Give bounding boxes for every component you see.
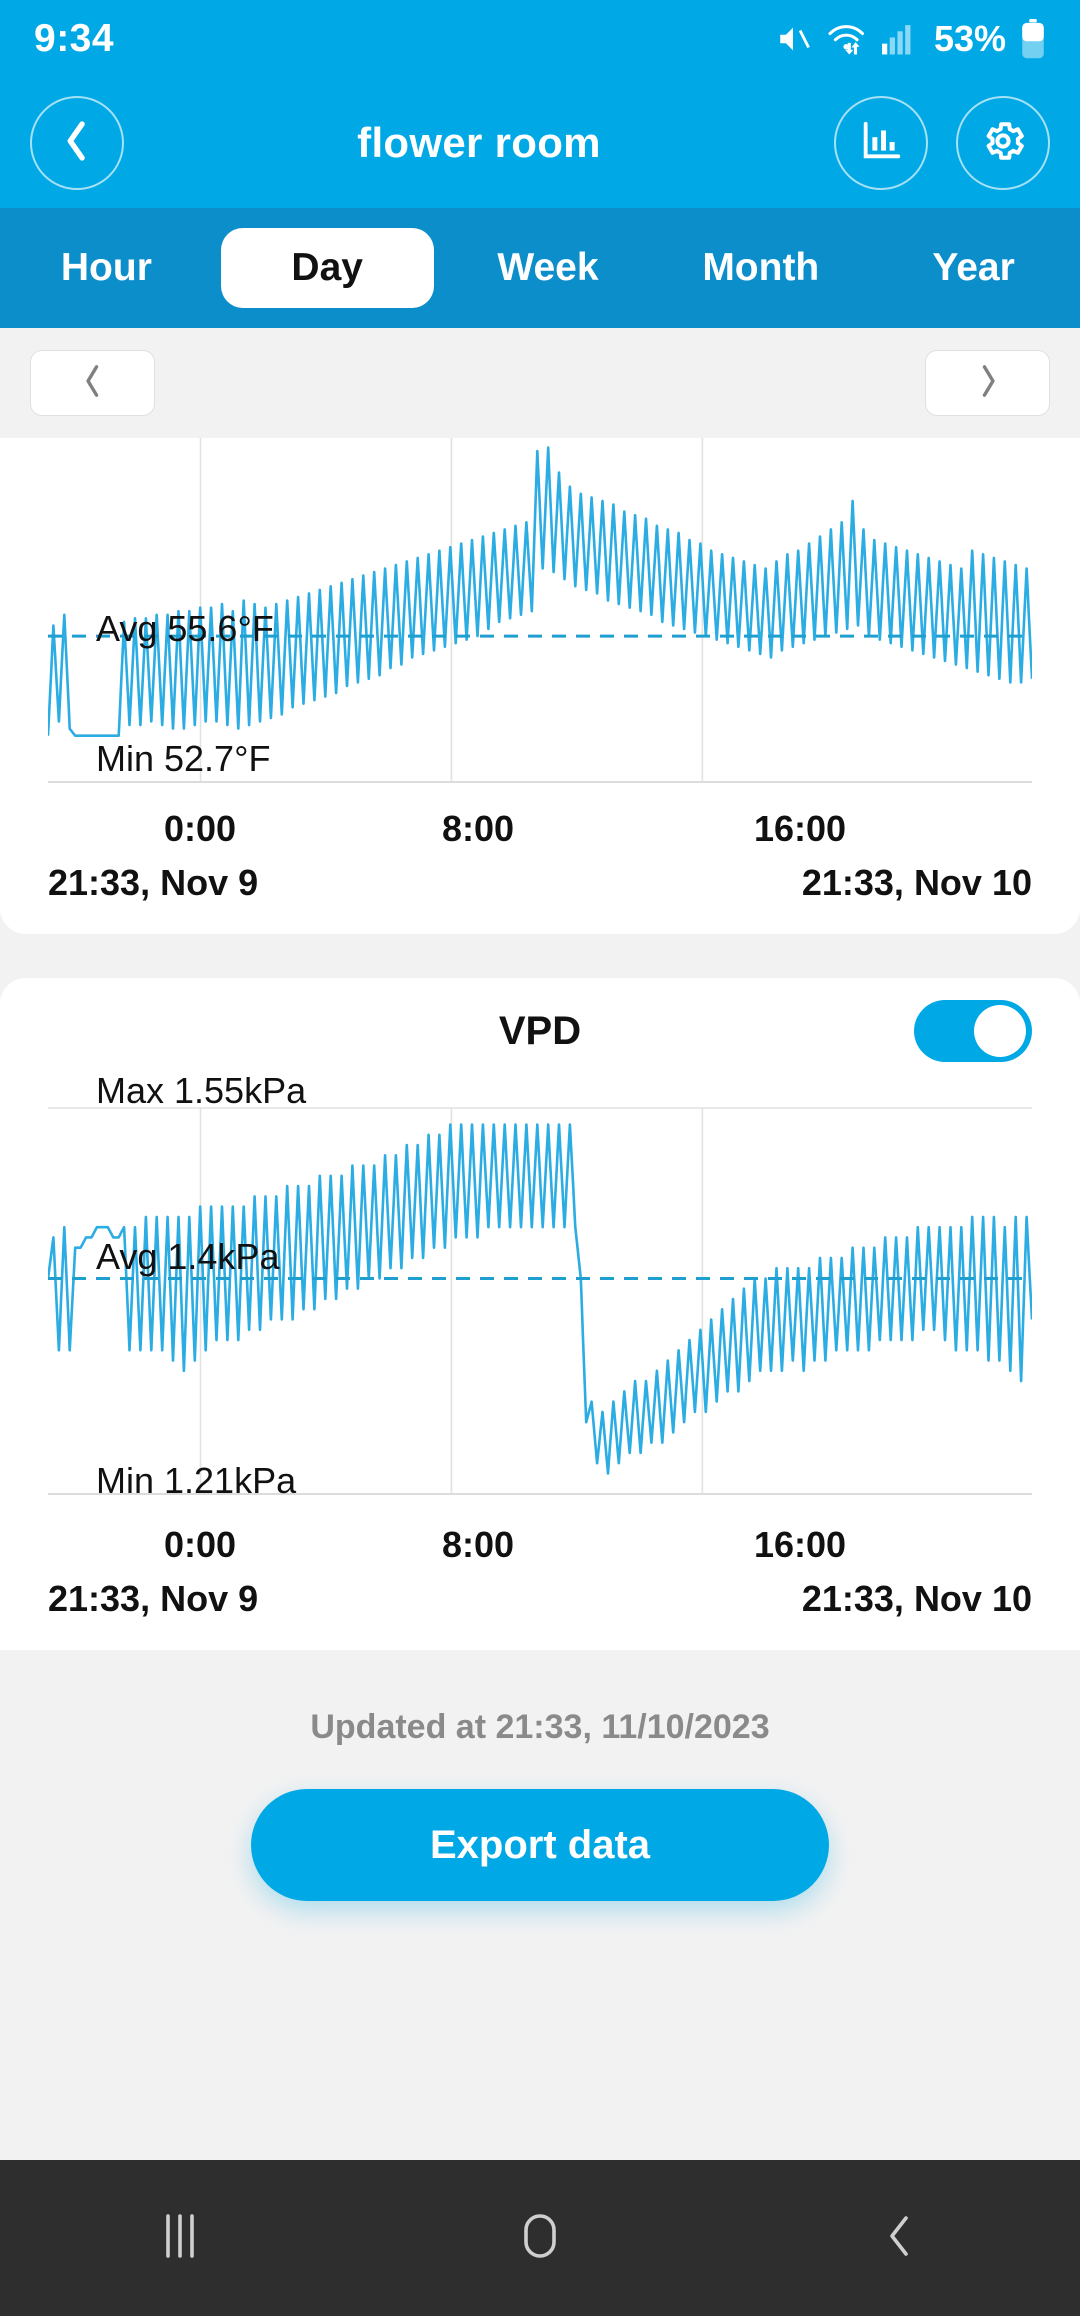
x-tick-1: 8:00 <box>441 1524 515 1565</box>
vpd-toggle[interactable] <box>914 1000 1032 1062</box>
vpd-min-label: Min 1.21kPa <box>96 1460 297 1501</box>
updated-label: Updated at 21:33, 11/10/2023 <box>310 1708 770 1746</box>
home-icon <box>517 2210 563 2267</box>
tab-week[interactable]: Week <box>442 246 655 290</box>
vpd-chart-svg <box>48 1107 1032 1495</box>
vpd-range-row: 21:33, Nov 9 21:33, Nov 10 <box>0 1570 1080 1650</box>
temperature-range-row: 21:33, Nov 9 21:33, Nov 10 <box>0 854 1080 934</box>
prev-period-button[interactable] <box>30 350 155 416</box>
tab-hour[interactable]: Hour <box>0 246 213 290</box>
temperature-min-label: Min 52.7°F <box>96 738 271 779</box>
back-button[interactable] <box>800 2160 1000 2316</box>
x-tick-0: 0:00 <box>163 1524 237 1565</box>
chart-button[interactable] <box>834 96 928 190</box>
tab-day[interactable]: Day <box>220 228 434 308</box>
battery-percent-label: 53% <box>933 18 1006 59</box>
back-icon <box>877 2210 923 2267</box>
vpd-card: VPD Max 1.55kPa Avg 1.4kPa Min 1.21kPa 0… <box>0 978 1080 1650</box>
vpd-card-header: VPD <box>0 978 1080 1084</box>
date-pager <box>0 328 1080 438</box>
range-start-label: 21:33, Nov 9 <box>48 1578 259 1619</box>
range-end-label: 21:33, Nov 10 <box>801 862 1032 903</box>
mute-icon <box>774 22 812 56</box>
export-data-button[interactable]: Export data <box>251 1789 829 1901</box>
period-tabs: Hour Day Week Month Year <box>0 208 1080 328</box>
app-screen: 9:34 53% flower room Hour Day Week Month… <box>0 0 1080 2316</box>
page-title: flower room <box>357 119 601 166</box>
temperature-card: Avg 55.6°F Min 52.7°F 0:00 8:00 16:00 21… <box>0 438 1080 934</box>
back-button[interactable] <box>30 96 124 190</box>
vpd-x-axis: 0:00 8:00 16:00 <box>0 1514 1080 1570</box>
x-tick-2: 16:00 <box>753 1524 847 1565</box>
x-tick-2: 16:00 <box>753 808 847 849</box>
x-tick-0: 0:00 <box>163 808 237 849</box>
vpd-avg-label: Avg 1.4kPa <box>96 1236 280 1277</box>
content-scroll[interactable]: Avg 55.6°F Min 52.7°F 0:00 8:00 16:00 21… <box>0 328 1080 2160</box>
footer: Updated at 21:33, 11/10/2023 Export data <box>0 1650 1080 1901</box>
chevron-left-icon <box>59 119 95 168</box>
range-end-label: 21:33, Nov 10 <box>801 1578 1032 1619</box>
range-start-label: 21:33, Nov 9 <box>48 862 259 903</box>
x-tick-1: 8:00 <box>441 808 515 849</box>
vpd-toggle-knob <box>974 1005 1026 1057</box>
temperature-graph[interactable]: Avg 55.6°F Min 52.7°F <box>0 438 1080 798</box>
tab-year[interactable]: Year <box>867 246 1080 290</box>
chevron-left-icon <box>82 364 104 403</box>
settings-button[interactable] <box>956 96 1050 190</box>
gear-icon <box>979 117 1027 170</box>
status-clock: 9:34 <box>34 17 115 60</box>
tab-month[interactable]: Month <box>654 246 867 290</box>
battery-icon <box>1020 19 1046 59</box>
chevron-right-icon <box>977 364 999 403</box>
vpd-graph[interactable]: Max 1.55kPa Avg 1.4kPa Min 1.21kPa <box>0 1070 1080 1514</box>
status-icons: 53% <box>774 18 1046 60</box>
home-button[interactable] <box>440 2160 640 2316</box>
wifi-icon <box>826 22 868 56</box>
recents-icon <box>157 2210 203 2267</box>
temperature-avg-label: Avg 55.6°F <box>96 608 274 649</box>
temperature-x-axis: 0:00 8:00 16:00 <box>0 798 1080 854</box>
card-divider <box>0 934 1080 978</box>
recents-button[interactable] <box>80 2160 280 2316</box>
signal-icon <box>881 23 916 55</box>
bar-chart-icon <box>858 118 904 169</box>
app-bar-actions <box>834 96 1050 190</box>
next-period-button[interactable] <box>925 350 1050 416</box>
app-bar: flower room <box>0 78 1080 208</box>
status-bar: 9:34 53% <box>0 0 1080 78</box>
system-nav-bar <box>0 2160 1080 2316</box>
vpd-max-label: Max 1.55kPa <box>96 1070 307 1111</box>
